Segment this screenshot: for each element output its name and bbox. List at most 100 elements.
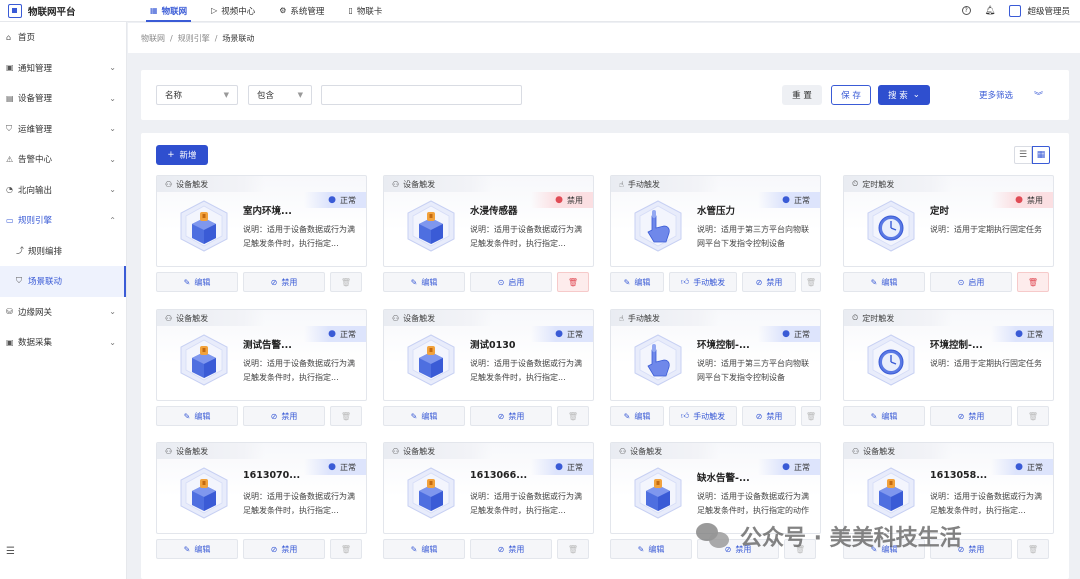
search-button[interactable]: 搜 索 ⌄ xyxy=(878,85,930,105)
card-actions: ✎ 编辑 ⊘ 禁用 🗑︎ xyxy=(156,272,367,292)
manual-trigger-button[interactable]: 👍︎ 手动触发 xyxy=(669,406,737,426)
tab-iot[interactable]: ▦ 物联网 xyxy=(138,0,199,22)
sidebar-item-scene-linkage[interactable]: ⛉ 场景联动 xyxy=(0,266,126,297)
operator-select[interactable]: 包含 ▼ xyxy=(248,85,312,105)
sidebar-item-rule-engine[interactable]: ▭ 规则引擎 ⌃ xyxy=(0,205,126,236)
top-bar: 物联网平台 ▦ 物联网 ▷ 视频中心 ⚙ 系统管理 ▯ 物联卡 ? 🔔︎ 超级管理员 xyxy=(0,0,1080,22)
edit-button[interactable]: ✎ 编辑 xyxy=(610,406,664,426)
scene-card[interactable]: ☝ 手动触发 ● 正常 环境控制-... 说明：适用于第三方平台向物联网平台下发指令控制设… xyxy=(610,309,821,429)
collapse-sidebar-icon[interactable]: ☰ xyxy=(6,546,15,557)
edit-button[interactable]: ✎ 编辑 xyxy=(610,539,692,559)
disable-button[interactable]: ⊘ 禁用 xyxy=(243,539,325,559)
status-dot-icon: ● xyxy=(782,462,790,472)
delete-button[interactable]: 🗑︎ xyxy=(1017,539,1049,559)
scene-card-body: ☝ 手动触发 ● 正常 环境控制-... 说明：适用于第三方平台向物联网平台下发指令控制设… xyxy=(610,309,821,401)
trigger-type-label: 手动触发 xyxy=(627,313,660,323)
scene-card[interactable]: ⚇ 设备触发 ● 正常 室内环境... 说明：适用于设备数据或行为满足触发条件时，执行指定… xyxy=(156,175,367,295)
disable-button[interactable]: ⊘ 禁用 xyxy=(243,406,325,426)
scene-card[interactable]: ⏲ 定时触发 ● 禁用 定时 说明：适用于定期执行固定任务 ✎ 编辑 ⊙ 启用 🗑︎ xyxy=(843,175,1054,295)
edit-button[interactable]: ✎ 编辑 xyxy=(156,406,238,426)
video-icon: ▷ xyxy=(211,6,218,15)
enable-button[interactable]: ⊙ 启用 xyxy=(930,272,1012,292)
disable-button[interactable]: ⊘ 禁用 xyxy=(470,539,552,559)
edit-button[interactable]: ✎ 编辑 xyxy=(610,272,664,292)
reset-button[interactable]: 重 置 xyxy=(782,85,822,105)
edit-button[interactable]: ✎ 编辑 xyxy=(383,539,465,559)
tab-sim-card[interactable]: ▯ 物联卡 xyxy=(336,0,394,22)
user-avatar-icon xyxy=(1009,4,1022,17)
sidebar-item-home[interactable]: ⌂ 首页 xyxy=(0,22,126,53)
delete-button[interactable]: 🗑︎ xyxy=(557,406,589,426)
breadcrumb-item[interactable]: 规则引擎 xyxy=(178,33,210,44)
add-button[interactable]: + 新增 xyxy=(156,145,208,165)
edit-button[interactable]: ✎ 编辑 xyxy=(843,272,925,292)
scene-card[interactable]: ☝ 手动触发 ● 正常 水管压力 说明：适用于第三方平台向物联网平台下发指令控制设备 ✎ 编辑… xyxy=(610,175,821,295)
scene-card[interactable]: ⚇ 设备触发 ● 禁用 水浸传感器 说明：适用于设备数据或行为满足触发条件时，执行指定..… xyxy=(383,175,594,295)
delete-button[interactable]: 🗑︎ xyxy=(557,539,589,559)
bell-icon[interactable]: 🔔︎ xyxy=(985,6,996,16)
field-select[interactable]: 名称 ▼ xyxy=(156,85,238,105)
scene-card[interactable]: ⚇ 设备触发 ● 正常 测试0130 说明：适用于设备数据或行为满足触发条件时，执行指定.… xyxy=(383,309,594,429)
sidebar-item-label: 首页 xyxy=(18,33,36,44)
sidebar-item-data-collect[interactable]: ▣ 数据采集 ⌄ xyxy=(0,327,126,358)
sidebar-item-ops[interactable]: ⛉ 运维管理 ⌄ xyxy=(0,114,126,145)
scene-card[interactable]: ⚇ 设备触发 ● 正常 测试告警... 说明：适用于设备数据或行为满足触发条件时，执行指定… xyxy=(156,309,367,429)
tab-video-center[interactable]: ▷ 视频中心 xyxy=(199,0,267,22)
edit-button[interactable]: ✎ 编辑 xyxy=(843,406,925,426)
delete-button[interactable]: 🗑︎ xyxy=(557,272,589,292)
save-button[interactable]: 保 存 xyxy=(831,85,871,105)
scene-description: 说明：适用于设备数据或行为满足触发条件时，执行指定... xyxy=(930,492,1042,515)
delete-button[interactable]: 🗑︎ xyxy=(330,539,362,559)
sidebar-item-notice[interactable]: ▣ 通知管理 ⌄ xyxy=(0,53,126,84)
trash-icon: 🗑︎ xyxy=(340,277,352,287)
gateway-icon: ⛁ xyxy=(6,307,13,317)
sidebar-item-label: 设备管理 xyxy=(18,94,53,105)
sidebar-item-rule-orchestration[interactable]: ⤴ 规则编排 xyxy=(0,236,126,267)
sidebar-item-device[interactable]: ▤ 设备管理 ⌄ xyxy=(0,83,126,114)
delete-button[interactable]: 🗑︎ xyxy=(1017,272,1049,292)
help-icon[interactable]: ? xyxy=(961,6,971,15)
scene-card[interactable]: ⚇ 设备触发 ● 正常 1613066... 说明：适用于设备数据或行为满足触发条件时，执… xyxy=(383,442,594,562)
sidebar-item-alarm[interactable]: ⚠ 告警中心 ⌄ xyxy=(0,144,126,175)
scene-card[interactable]: ⚇ 设备触发 ● 正常 1613070... 说明：适用于设备数据或行为满足触发条件时，执… xyxy=(156,442,367,562)
delete-button[interactable]: 🗑︎ xyxy=(330,272,362,292)
tab-system-management[interactable]: ⚙ 系统管理 xyxy=(267,0,336,22)
disable-button[interactable]: ⊘ 禁用 xyxy=(470,406,552,426)
enable-button[interactable]: ⊙ 启用 xyxy=(470,272,552,292)
edit-button[interactable]: ✎ 编辑 xyxy=(383,406,465,426)
wechat-logo-icon xyxy=(696,523,730,549)
delete-button[interactable]: 🗑︎ xyxy=(1017,406,1049,426)
disable-button[interactable]: ⊘ 禁用 xyxy=(243,272,325,292)
scene-card-body: ⏲ 定时触发 ● 禁用 定时 说明：适用于定期执行固定任务 xyxy=(843,175,1054,267)
scene-list-panel: + 新增 ☰ ▦ ⚇ 设备触发 ● 正常 室内环境... 说明：适用于设备数据或行为满足触发… xyxy=(141,133,1069,579)
disable-button[interactable]: ⊘ 禁用 xyxy=(930,406,1012,426)
scene-card[interactable]: ⏲ 定时触发 ● 正常 环境控制-... 说明：适用于定期执行固定任务 ✎ 编辑 ⊘ 禁用 🗑︎ xyxy=(843,309,1054,429)
app-logo[interactable]: 物联网平台 xyxy=(0,3,128,18)
double-chevron-down-icon[interactable]: ︾ xyxy=(1034,85,1043,105)
status-badge: ● 禁用 xyxy=(531,192,593,208)
delete-button[interactable]: 🗑︎ xyxy=(330,406,362,426)
filter-value-input[interactable] xyxy=(321,85,522,105)
more-filters-link[interactable]: 更多筛选 xyxy=(979,85,1013,105)
home-icon: ⌂ xyxy=(6,32,12,42)
list-view-icon[interactable]: ☰ xyxy=(1014,146,1032,164)
disable-button[interactable]: ⊘ 禁用 xyxy=(742,272,796,292)
chevron-down-icon: ⌄ xyxy=(109,154,116,164)
user-menu[interactable]: 超级管理员 xyxy=(1009,4,1070,17)
grid-view-icon[interactable]: ▦ xyxy=(1032,146,1050,164)
card-actions: ✎ 编辑 ⊘ 禁用 🗑︎ xyxy=(156,539,367,559)
sidebar-item-edge-gateway[interactable]: ⛁ 边缘网关 ⌄ xyxy=(0,297,126,328)
status-dot-icon: ● xyxy=(555,462,563,472)
delete-button[interactable]: 🗑︎ xyxy=(801,272,821,292)
breadcrumb-item[interactable]: 物联网 xyxy=(141,33,165,44)
sim-card-icon: ▯ xyxy=(348,6,353,15)
edit-button[interactable]: ✎ 编辑 xyxy=(156,272,238,292)
edit-button[interactable]: ✎ 编辑 xyxy=(383,272,465,292)
manual-trigger-button[interactable]: 👍︎ 手动触发 xyxy=(669,272,737,292)
delete-button[interactable]: 🗑︎ xyxy=(801,406,821,426)
sidebar-item-northbound[interactable]: ◔ 北向输出 ⌄ xyxy=(0,175,126,206)
disable-button[interactable]: ⊘ 禁用 xyxy=(742,406,796,426)
device-trigger-icon: ⚇ xyxy=(165,446,173,456)
edit-button[interactable]: ✎ 编辑 xyxy=(156,539,238,559)
scene-description: 说明：适用于设备数据或行为满足触发条件时，执行指定... xyxy=(470,225,582,248)
